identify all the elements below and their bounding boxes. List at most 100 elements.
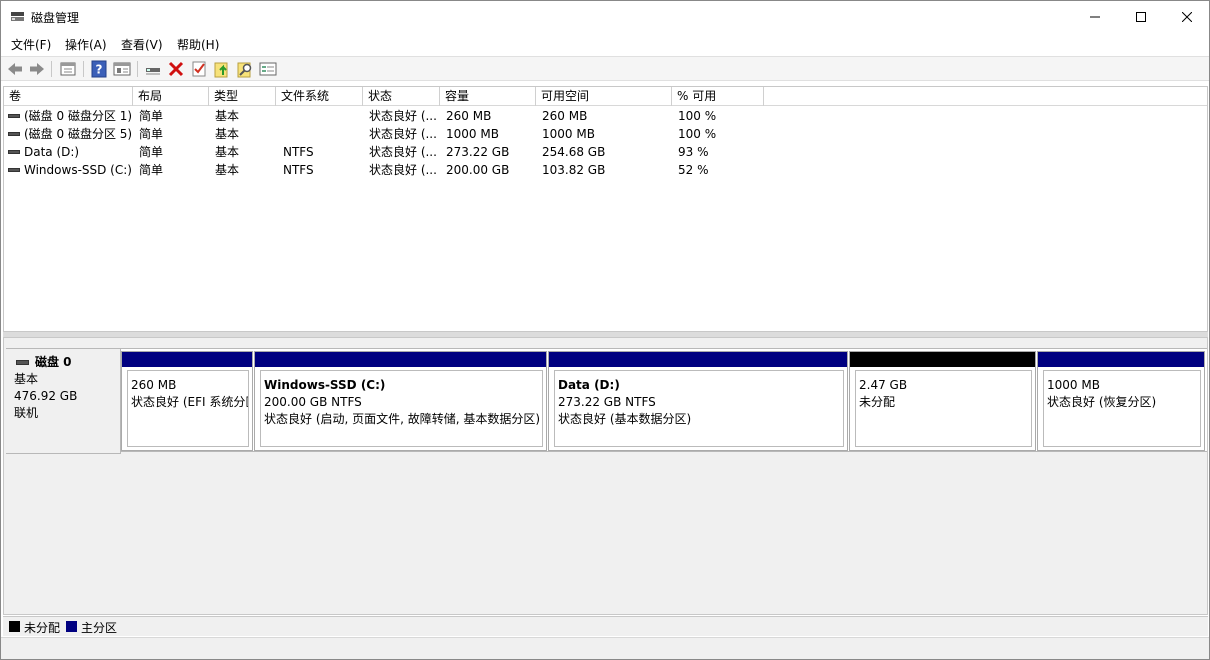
partition-status: 状态良好 (基本数据分区) — [558, 412, 692, 426]
volume-status: 状态良好 (... — [369, 109, 437, 123]
menu-view[interactable]: 查看(V) — [121, 36, 163, 53]
menu-file[interactable]: 文件(F) — [11, 36, 51, 53]
connect-icon[interactable] — [144, 60, 162, 78]
console-icon[interactable] — [259, 60, 277, 78]
menu-action[interactable]: 操作(A) — [65, 36, 107, 53]
partition-type-bar — [850, 352, 1035, 367]
toolbar-separator — [137, 61, 138, 77]
column-header-percent-free[interactable]: % 可用 — [672, 87, 764, 106]
disk-icon — [16, 360, 29, 365]
column-header-type[interactable]: 类型 — [209, 87, 276, 106]
volume-free-space: 260 MB — [542, 109, 588, 123]
partition-efi[interactable]: 260 MB 状态良好 (EFI 系统分区) — [121, 351, 253, 451]
export-icon[interactable] — [213, 60, 231, 78]
column-header-layout[interactable]: 布局 — [133, 87, 209, 106]
table-row[interactable]: (磁盘 0 磁盘分区 5) 简单 基本 状态良好 (... 1000 MB 10… — [4, 125, 1207, 143]
volume-icon — [8, 150, 20, 154]
volume-name: (磁盘 0 磁盘分区 1) — [24, 109, 132, 123]
window-title: 磁盘管理 — [31, 11, 80, 25]
volume-filesystem: NTFS — [283, 145, 314, 159]
menu-bar: 文件(F) 操作(A) 查看(V) 帮助(H) — [1, 33, 1209, 55]
partition-type-bar — [549, 352, 847, 367]
volume-name: Data (D:) — [24, 145, 80, 159]
volume-percent-free: 93 % — [678, 145, 709, 159]
volume-percent-free: 52 % — [678, 163, 709, 177]
volume-type: 基本 — [215, 163, 240, 177]
help-icon[interactable]: ? — [90, 60, 108, 78]
disk-size: 476.92 GB — [14, 389, 78, 403]
disk-0-partition-strip: 260 MB 状态良好 (EFI 系统分区) Windows-SSD (C:) … — [121, 348, 1207, 452]
disk-management-app-icon — [11, 12, 24, 21]
legend: 未分配 主分区 — [3, 616, 1208, 636]
volume-type: 基本 — [215, 109, 240, 123]
legend-primary-label: 主分区 — [81, 621, 118, 635]
column-header-status[interactable]: 状态 — [363, 87, 440, 106]
minimize-button[interactable] — [1072, 1, 1118, 33]
properties-icon[interactable] — [113, 60, 131, 78]
legend-unallocated-label: 未分配 — [24, 621, 61, 635]
column-header-filesystem[interactable]: 文件系统 — [276, 87, 363, 106]
forward-icon[interactable] — [28, 60, 46, 78]
partition-size: 2.47 GB — [859, 378, 908, 392]
partition-type-bar — [255, 352, 546, 367]
partition-name: Data (D:) — [558, 378, 620, 392]
volume-percent-free: 100 % — [678, 127, 717, 141]
legend-unallocated-swatch — [9, 621, 20, 632]
partition-type-bar — [122, 352, 252, 367]
volume-name: Windows-SSD (C:) — [24, 163, 132, 177]
up-level-icon[interactable] — [59, 60, 77, 78]
toolbar-separator — [83, 61, 84, 77]
volume-status: 状态良好 (... — [369, 163, 437, 177]
volume-icon — [8, 114, 20, 118]
disk-management-window: 磁盘管理 文件(F) 操作(A) 查看(V) 帮助(H) ? 卷 布局 类型 文… — [0, 0, 1210, 660]
volume-list: 卷 布局 类型 文件系统 状态 容量 可用空间 % 可用 (磁盘 0 磁盘分区 … — [3, 86, 1208, 332]
volume-capacity: 1000 MB — [446, 127, 499, 141]
volume-icon — [8, 132, 20, 136]
menu-help[interactable]: 帮助(H) — [177, 36, 219, 53]
volume-capacity: 260 MB — [446, 109, 492, 123]
volume-layout: 简单 — [139, 163, 164, 177]
title-bar: 磁盘管理 — [1, 1, 1209, 33]
volume-layout: 简单 — [139, 145, 164, 159]
disk-type: 基本 — [14, 372, 39, 386]
partition-data[interactable]: Data (D:) 273.22 GB NTFS 状态良好 (基本数据分区) — [548, 351, 848, 451]
legend-primary-swatch — [66, 621, 77, 632]
partition-status: 状态良好 (恢复分区) — [1047, 395, 1157, 409]
column-header-free-space[interactable]: 可用空间 — [536, 87, 672, 106]
delete-icon[interactable] — [167, 60, 185, 78]
disk-graphical-view: 磁盘 0 基本 476.92 GB 联机 260 MB 状态良好 (EFI 系统… — [3, 337, 1208, 615]
close-icon — [1182, 12, 1192, 22]
volume-filesystem: NTFS — [283, 163, 314, 177]
volume-free-space: 1000 MB — [542, 127, 595, 141]
volume-status: 状态良好 (... — [369, 127, 437, 141]
volume-type: 基本 — [215, 127, 240, 141]
partition-size: 273.22 GB NTFS — [558, 395, 656, 409]
partition-unallocated[interactable]: 2.47 GB 未分配 — [849, 351, 1036, 451]
close-button[interactable] — [1164, 1, 1209, 33]
table-row[interactable]: Windows-SSD (C:) 简单 基本 NTFS 状态良好 (... 20… — [4, 161, 1207, 179]
volume-percent-free: 100 % — [678, 109, 717, 123]
volume-type: 基本 — [215, 145, 240, 159]
volume-layout: 简单 — [139, 127, 164, 141]
partition-windows-ssd[interactable]: Windows-SSD (C:) 200.00 GB NTFS 状态良好 (启动… — [254, 351, 547, 451]
disk-state: 联机 — [14, 406, 39, 420]
back-icon[interactable] — [6, 60, 24, 78]
svg-text:?: ? — [96, 63, 103, 77]
column-header-volume[interactable]: 卷 — [4, 87, 133, 106]
check-icon[interactable] — [190, 60, 208, 78]
maximize-icon — [1136, 12, 1146, 22]
column-header-capacity[interactable]: 容量 — [440, 87, 536, 106]
maximize-button[interactable] — [1118, 1, 1164, 33]
volume-free-space: 103.82 GB — [542, 163, 606, 177]
partition-recovery[interactable]: 1000 MB 状态良好 (恢复分区) — [1037, 351, 1205, 451]
partition-status: 状态良好 (启动, 页面文件, 故障转储, 基本数据分区) — [264, 412, 541, 426]
table-row[interactable]: (磁盘 0 磁盘分区 1) 简单 基本 状态良好 (... 260 MB 260… — [4, 107, 1207, 125]
partition-name: Windows-SSD (C:) — [264, 378, 386, 392]
search-icon[interactable] — [236, 60, 254, 78]
table-row[interactable]: Data (D:) 简单 基本 NTFS 状态良好 (... 273.22 GB… — [4, 143, 1207, 161]
minimize-icon — [1090, 16, 1100, 18]
volume-name: (磁盘 0 磁盘分区 5) — [24, 127, 132, 141]
disk-0-label[interactable]: 磁盘 0 基本 476.92 GB 联机 — [6, 348, 121, 454]
volume-free-space: 254.68 GB — [542, 145, 606, 159]
volume-list-header: 卷 布局 类型 文件系统 状态 容量 可用空间 % 可用 — [4, 87, 1207, 106]
